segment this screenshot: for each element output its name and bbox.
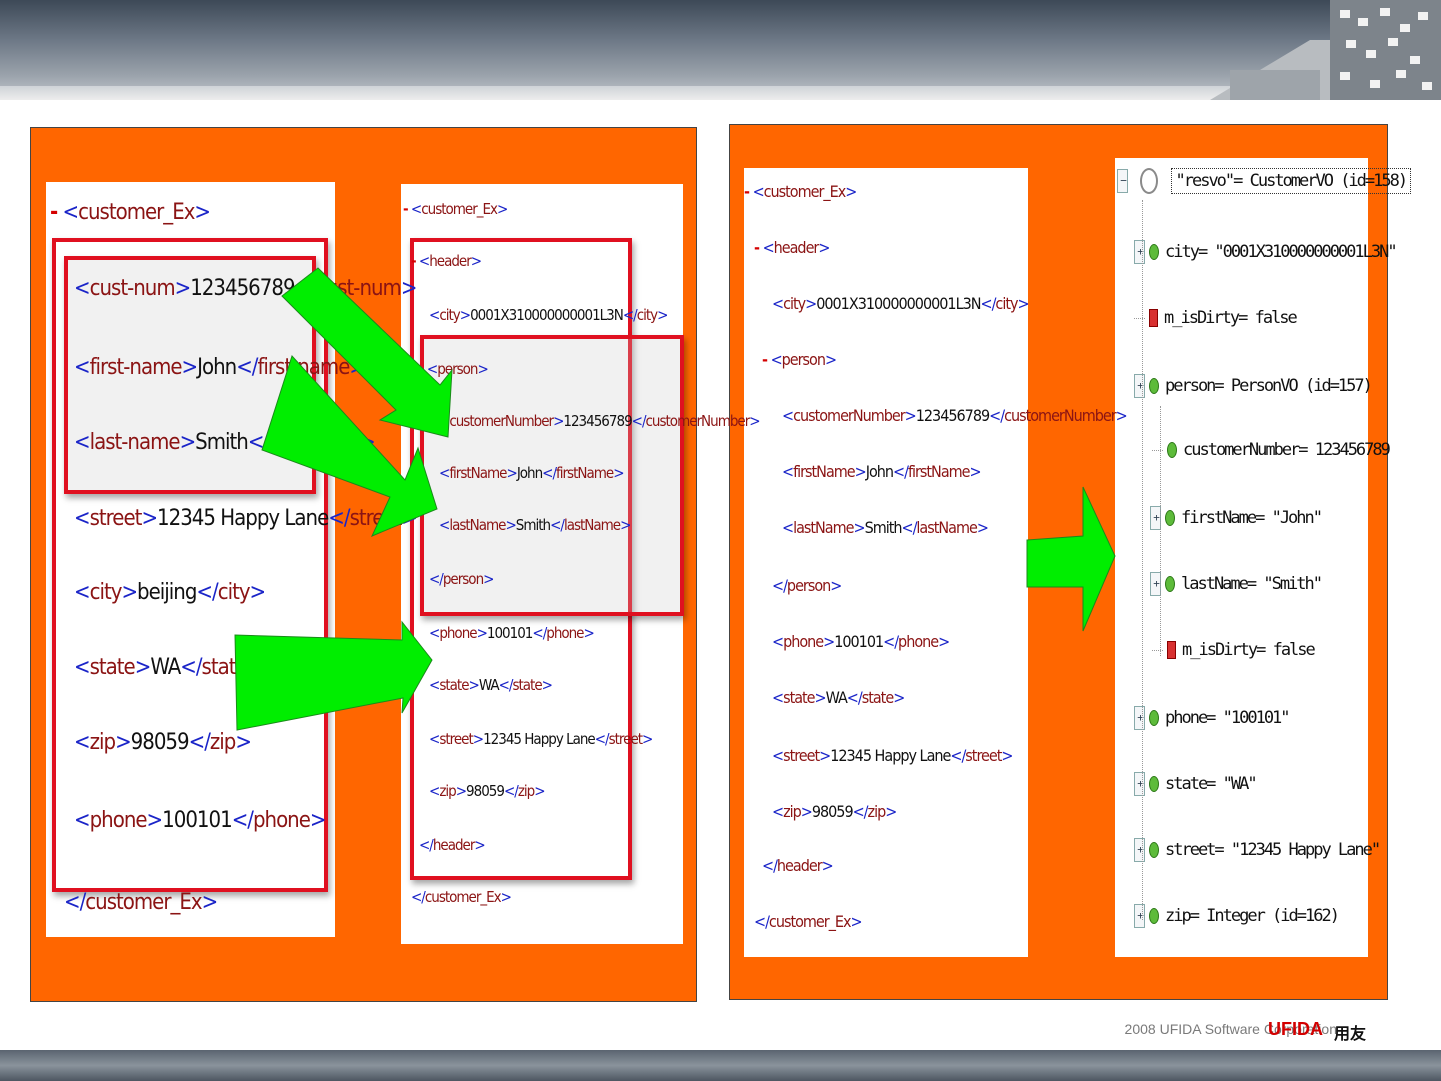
ufida-logo: UFIDA xyxy=(1268,1019,1323,1039)
arrow-address xyxy=(234,620,433,731)
mapping-arrows xyxy=(234,267,1116,731)
ufida-logo-cn: 用友 xyxy=(1334,1024,1367,1043)
arrow-convert xyxy=(1026,486,1116,632)
